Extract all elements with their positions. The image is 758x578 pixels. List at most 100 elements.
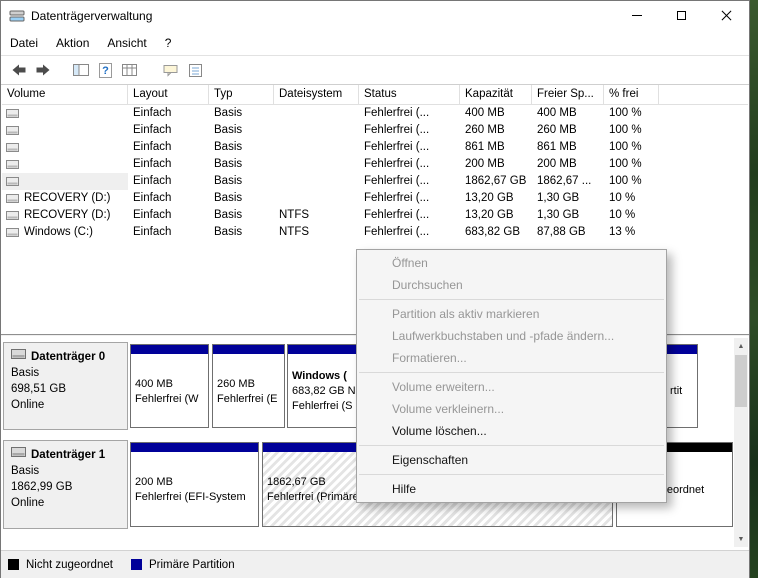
list-view-button[interactable] bbox=[117, 59, 141, 81]
type-cell: Basis bbox=[214, 158, 243, 170]
free-space-cell: 1,30 GB bbox=[537, 192, 580, 204]
menu-item-volume-loeschen[interactable]: Volume löschen... bbox=[357, 420, 666, 442]
close-icon bbox=[721, 10, 732, 21]
column-header-dateisystem[interactable]: Dateisystem bbox=[274, 85, 359, 104]
table-row[interactable]: Einfach Basis Fehlerfrei (... 200 MB 200… bbox=[2, 156, 748, 173]
menu-item-eigenschaften[interactable]: Eigenschaften bbox=[357, 449, 666, 471]
volume-name: RECOVERY (D:) bbox=[24, 209, 111, 221]
table-row[interactable]: Einfach Basis Fehlerfrei (... 260 MB 260… bbox=[2, 122, 748, 139]
table-row[interactable]: Windows (C:) Einfach Basis NTFS Fehlerfr… bbox=[2, 224, 748, 241]
free-percent-cell: 100 % bbox=[609, 158, 642, 170]
disk-size: 698,51 GB bbox=[11, 383, 66, 395]
table-row[interactable]: Einfach Basis Fehlerfrei (... 400 MB 400… bbox=[2, 105, 748, 122]
menu-help[interactable]: ? bbox=[156, 32, 181, 54]
window-title: Datenträgerverwaltung bbox=[31, 9, 153, 23]
table-row[interactable]: RECOVERY (D:) Einfach Basis Fehlerfrei (… bbox=[2, 190, 748, 207]
type-cell: Basis bbox=[214, 226, 243, 238]
disk1-label[interactable]: Datenträger 1 Basis 1862,99 GB Online bbox=[3, 440, 128, 529]
capacity-cell: 13,20 GB bbox=[465, 192, 514, 204]
primary-partition-bar bbox=[213, 345, 284, 354]
minimize-button[interactable] bbox=[614, 1, 659, 30]
partition-box[interactable]: 200 MB Fehlerfrei (EFI-System bbox=[130, 442, 259, 527]
spacer-cell bbox=[659, 156, 748, 173]
disk-status: Online bbox=[11, 399, 45, 411]
menu-separator bbox=[359, 372, 664, 373]
help-icon: ? bbox=[98, 62, 112, 78]
column-header-status[interactable]: Status bbox=[359, 85, 460, 104]
disk-icon bbox=[11, 348, 26, 365]
partition-title: Windows ( bbox=[292, 370, 347, 382]
maximize-button[interactable] bbox=[659, 1, 704, 30]
disk-management-window: Datenträgerverwaltung Datei Aktion Ansic… bbox=[0, 0, 750, 578]
scrollbar-thumb[interactable] bbox=[735, 355, 747, 407]
menu-item-oeffnen[interactable]: Öffnen bbox=[357, 252, 666, 274]
drive-icon bbox=[6, 159, 19, 170]
layout-cell: Einfach bbox=[133, 192, 172, 204]
volume-cell bbox=[2, 105, 128, 122]
column-header-prozent-frei[interactable]: % frei bbox=[604, 85, 659, 104]
svg-text:?: ? bbox=[102, 65, 109, 77]
layout-cell: Einfach bbox=[133, 107, 172, 119]
back-button[interactable] bbox=[7, 59, 31, 81]
free-percent-cell: 10 % bbox=[609, 192, 636, 204]
volume-name: RECOVERY (D:) bbox=[24, 192, 111, 204]
desktop-background bbox=[750, 0, 758, 578]
menu-ansicht[interactable]: Ansicht bbox=[98, 32, 155, 54]
column-header-kapazitaet[interactable]: Kapazität bbox=[460, 85, 532, 104]
column-header-layout[interactable]: Layout bbox=[128, 85, 209, 104]
table-row[interactable]: Einfach Basis Fehlerfrei (... 1862,67 GB… bbox=[2, 173, 748, 190]
column-header-volume[interactable]: Volume bbox=[2, 85, 128, 104]
column-header-freier-speicher[interactable]: Freier Sp... bbox=[532, 85, 604, 104]
console-tree-icon bbox=[73, 64, 89, 76]
help-button[interactable]: ? bbox=[93, 59, 117, 81]
filesystem-cell: NTFS bbox=[279, 209, 310, 221]
scroll-down-button[interactable]: ▼ bbox=[734, 531, 748, 547]
partition-size: 200 MB bbox=[135, 476, 173, 488]
capacity-cell: 861 MB bbox=[465, 141, 505, 153]
list-view-icon bbox=[121, 64, 137, 76]
menu-item-durchsuchen[interactable]: Durchsuchen bbox=[357, 274, 666, 296]
capacity-cell: 13,20 GB bbox=[465, 209, 514, 221]
forward-button[interactable] bbox=[31, 59, 55, 81]
filesystem-cell bbox=[274, 190, 359, 207]
column-header-typ[interactable]: Typ bbox=[209, 85, 274, 104]
volume-cell bbox=[2, 139, 128, 156]
table-row[interactable]: RECOVERY (D:) Einfach Basis NTFS Fehlerf… bbox=[2, 207, 748, 224]
menu-item-volume-verkleinern[interactable]: Volume verkleinern... bbox=[357, 398, 666, 420]
partition-size: 260 MB bbox=[217, 377, 255, 390]
menu-item-laufwerkbuchstaben-aendern[interactable]: Laufwerkbuchstaben und -pfade ändern... bbox=[357, 325, 666, 347]
partition-box[interactable]: 400 MB Fehlerfrei (W bbox=[130, 344, 209, 428]
capacity-cell: 683,82 GB bbox=[465, 226, 520, 238]
action-pane-button[interactable] bbox=[159, 59, 183, 81]
disk-status: Online bbox=[11, 497, 45, 509]
partition-box[interactable]: 260 MB Fehlerfrei (E bbox=[212, 344, 285, 428]
menu-aktion[interactable]: Aktion bbox=[47, 32, 98, 54]
menu-item-volume-erweitern[interactable]: Volume erweitern... bbox=[357, 376, 666, 398]
properties-icon bbox=[188, 63, 202, 77]
menu-item-partition-als-aktiv-markieren[interactable]: Partition als aktiv markieren bbox=[357, 303, 666, 325]
volume-cell bbox=[2, 173, 128, 190]
menu-separator bbox=[359, 445, 664, 446]
menu-bar: Datei Aktion Ansicht ? bbox=[1, 31, 749, 55]
close-button[interactable] bbox=[704, 1, 749, 30]
minimize-icon bbox=[631, 15, 642, 16]
menu-item-hilfe[interactable]: Hilfe bbox=[357, 478, 666, 500]
partition-box[interactable]: Windows ( 683,82 GB N Fehlerfrei (S bbox=[287, 344, 360, 428]
scroll-up-button[interactable]: ▲ bbox=[734, 338, 748, 354]
disk-size: 1862,99 GB bbox=[11, 481, 73, 493]
menu-item-formatieren[interactable]: Formatieren... bbox=[357, 347, 666, 369]
menu-datei[interactable]: Datei bbox=[1, 32, 47, 54]
capacity-cell: 1862,67 GB bbox=[465, 175, 527, 187]
free-percent-cell: 13 % bbox=[609, 226, 636, 238]
spacer-cell bbox=[659, 173, 748, 190]
vertical-scrollbar[interactable]: ▲ ▼ bbox=[734, 338, 748, 547]
table-row[interactable]: Einfach Basis Fehlerfrei (... 861 MB 861… bbox=[2, 139, 748, 156]
console-tree-button[interactable] bbox=[69, 59, 93, 81]
type-cell: Basis bbox=[214, 124, 243, 136]
menu-separator bbox=[359, 299, 664, 300]
type-cell: Basis bbox=[214, 209, 243, 221]
disk0-label[interactable]: Datenträger 0 Basis 698,51 GB Online bbox=[3, 342, 128, 430]
properties-button[interactable] bbox=[183, 59, 207, 81]
primary-partition-bar bbox=[288, 345, 359, 354]
free-space-cell: 260 MB bbox=[537, 124, 577, 136]
